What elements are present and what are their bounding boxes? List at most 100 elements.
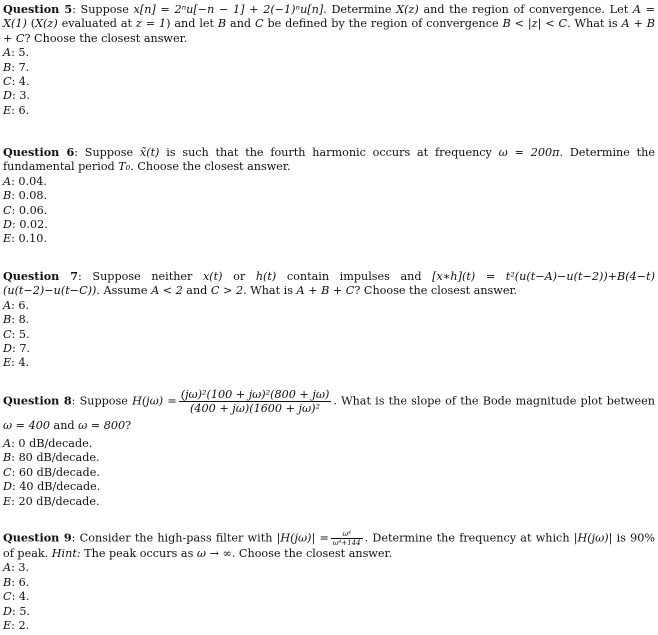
- question-stem: Question 9: Consider the high-pass filte…: [3, 530, 655, 561]
- math-expression: H(jω) =: [132, 394, 177, 408]
- question-7: Question 7: Suppose neither x(t) or h(t)…: [3, 269, 655, 371]
- fraction-numerator: (jω)²(100 + jω)²(800 + jω): [178, 388, 332, 402]
- question-8: Question 8: Suppose H(jω) = (jω)²(100 + j…: [3, 388, 655, 509]
- answer-option-c: C: 60 dB/decade.: [3, 465, 100, 479]
- answer-option-e: E: 4.: [3, 356, 30, 370]
- answer-option-d: D: 3.: [3, 89, 30, 103]
- stem-text: The peak occurs as: [80, 547, 197, 560]
- question-stem: Question 8: Suppose H(jω) = (jω)²(100 + j…: [3, 388, 655, 437]
- stem-text: . What is: [567, 17, 622, 31]
- stem-text: . What is the slope of the Bode magnitud…: [333, 394, 655, 408]
- option-letter: B: [3, 575, 12, 589]
- option-letter: C: [3, 75, 12, 89]
- answer-option-d: D: 5.: [3, 604, 30, 618]
- option-letter: A: [3, 46, 12, 60]
- stem-text: and: [226, 17, 255, 31]
- fraction-denominator: ω⁴+144: [332, 539, 361, 547]
- question-5: Question 5: Suppose x[n] = 2ⁿu[−n − 1] +…: [3, 2, 655, 118]
- answer-option-c: C: 5.: [3, 327, 30, 341]
- question-label: Question 7: [3, 269, 79, 283]
- option-value: 4.: [18, 356, 30, 370]
- stem-text: (: [26, 17, 36, 31]
- exam-page: Question 5 : Suppose x[n] = 2ⁿu[−n − 1] +…: [0, 0, 658, 635]
- answer-option-d: D: 7.: [3, 342, 30, 356]
- stem-text: ? Choose the closest answer.: [24, 31, 188, 45]
- answer-option-b: B: 0.08.: [3, 189, 48, 203]
- stem-text: : Consider the high-pass filter with: [71, 531, 277, 545]
- math-expression: |H(jω)| =: [276, 531, 329, 545]
- math-expression: B: [217, 17, 227, 31]
- transfer-function-fraction: (jω)²(100 + jω)²(800 + jω) (400 + jω)(160…: [178, 388, 332, 415]
- stem-text: be defined by the region of convergence: [263, 17, 503, 31]
- stem-text: . What is: [243, 284, 297, 298]
- math-expression: X(z): [396, 3, 419, 16]
- math-expression: T₀: [118, 160, 131, 174]
- math-expression: ω = 200π: [498, 146, 560, 159]
- stem-text: . Determine: [323, 3, 397, 16]
- fraction-numerator: ω⁴: [330, 530, 363, 539]
- hint-label: Hint:: [51, 547, 81, 560]
- answer-option-a: A: 6.: [3, 298, 30, 312]
- answer-option-e: E: 0.10.: [3, 232, 47, 246]
- answer-option-e: E: 20 dB/decade.: [3, 494, 100, 508]
- option-letter: D: [3, 604, 12, 618]
- stem-text: : Suppose: [71, 394, 133, 408]
- math-expression: |H(jω)|: [573, 531, 613, 545]
- option-letter: D: [3, 342, 12, 356]
- option-value: 0.06.: [18, 203, 48, 217]
- math-expression: ω → ∞: [196, 547, 232, 560]
- question-stem: Question 7: Suppose neither x(t) or h(t)…: [3, 269, 655, 299]
- option-value: 2.: [18, 619, 30, 633]
- option-letter: A: [3, 437, 12, 450]
- stem-text: : Suppose: [74, 146, 140, 159]
- question-label: Question 5: [3, 2, 73, 16]
- answer-option-b: B: 8.: [3, 313, 30, 327]
- answer-option-c: C: 4.: [3, 75, 30, 89]
- stem-text: is such that the fourth harmonic occurs …: [159, 146, 499, 159]
- option-value: 6.: [18, 298, 30, 312]
- option-value: 8.: [18, 313, 30, 327]
- option-value: 60 dB/decade.: [18, 465, 100, 479]
- option-letter: D: [3, 218, 12, 232]
- stem-text: . Choose the closest answer.: [130, 160, 291, 174]
- stem-text: . Choose the closest answer.: [231, 547, 393, 560]
- filter-magnitude-fraction: ω⁴ ω⁴+144: [330, 530, 363, 547]
- math-expression: X(z): [35, 17, 58, 31]
- option-letter: E: [3, 103, 12, 117]
- stem-text: and: [49, 419, 79, 432]
- stem-text: and the region of convergence. Let: [418, 3, 633, 16]
- math-expression: C > 2: [210, 284, 244, 298]
- math-expression: x[n] = 2ⁿu[−n − 1] + 2(−1)ⁿu[n]: [133, 3, 324, 16]
- stem-text: . Determine the frequency at which: [364, 531, 574, 545]
- stem-text: contain impulses and: [276, 270, 433, 283]
- option-letter: D: [3, 89, 12, 103]
- answer-option-e: E: 6.: [3, 103, 30, 117]
- option-value: 0.10.: [18, 232, 47, 246]
- answer-option-d: D: 0.02.: [3, 218, 48, 232]
- answer-option-b: B: 7.: [3, 60, 30, 74]
- option-value: 3.: [18, 561, 30, 575]
- math-expression: B < |z| < C: [502, 17, 568, 31]
- question-stem: Question 6: Suppose x̃(t) is such that t…: [3, 145, 655, 175]
- question-label: Question 8: [3, 393, 72, 408]
- option-value: 7.: [18, 60, 30, 74]
- stem-text: ) and let: [166, 17, 218, 31]
- question-stem: Question 5: Suppose x[n] = 2ⁿu[−n − 1] +…: [3, 2, 655, 46]
- option-value: 0.04.: [18, 174, 47, 188]
- answer-option-a: A: 3.: [3, 561, 30, 575]
- stem-text: ?: [125, 419, 132, 432]
- answer-option-b: B: 6.: [3, 575, 30, 589]
- math-expression: ω = 800: [78, 419, 126, 432]
- option-value: 5.: [19, 604, 30, 618]
- option-letter: E: [3, 232, 12, 246]
- math-expression: x̃(t): [139, 146, 160, 159]
- option-letter: B: [3, 451, 12, 465]
- stem-text: evaluated at: [57, 17, 136, 31]
- question-9: Question 9: Consider the high-pass filte…: [3, 530, 655, 633]
- math-expression: A < 2: [151, 284, 183, 298]
- math-expression: ω = 400: [3, 419, 50, 432]
- answer-option-a: A: 0.04.: [3, 174, 47, 188]
- option-letter: A: [3, 561, 12, 575]
- option-letter: C: [3, 327, 12, 341]
- option-value: 5.: [18, 327, 30, 341]
